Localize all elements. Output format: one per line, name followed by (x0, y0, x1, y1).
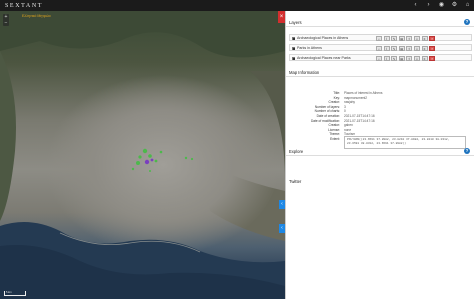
map-view[interactable]: + − Ελληνικό Μητρώο 5 km × ‹ ‹ (0, 11, 285, 299)
twitter-title: Twitter (289, 179, 302, 184)
info-value: none (344, 127, 352, 132)
download-icon[interactable]: ⇩ (413, 56, 420, 61)
arrow-right-icon[interactable]: › (425, 2, 432, 9)
delete-layer-icon[interactable]: × (429, 36, 436, 41)
satellite-imagery (0, 11, 285, 299)
layer-tools: ⌕ i ✎ ▤ ⇧ ⇩ ≡ × (376, 36, 436, 41)
layer-tools: ⌕ i ✎ ▤ ⇧ ⇩ ≡ × (376, 56, 436, 61)
info-key: Theme: (329, 132, 340, 137)
info-key: Creator: (328, 100, 340, 105)
settings-icon[interactable]: ⚙ (451, 2, 458, 9)
info-key: Date of creation: (316, 114, 340, 118)
map-info-header: Map Information (286, 67, 474, 77)
layer-name: Parks in Athens (297, 46, 322, 51)
chart-icon[interactable]: ▤ (398, 46, 405, 51)
style-icon[interactable]: ✎ (391, 56, 398, 61)
upload-icon[interactable]: ⇧ (406, 56, 413, 61)
layers-title: Layers (289, 20, 302, 25)
info-key: Title: (333, 91, 340, 95)
top-bar: SEXTANT ‹ › ◉ ⚙ ⌂ (0, 0, 474, 11)
top-toolbar: ‹ › ◉ ⚙ ⌂ (412, 2, 471, 9)
info-key: Key: (333, 95, 340, 100)
info-key: License: (328, 127, 340, 132)
arrow-left-icon[interactable]: ‹ (412, 2, 419, 9)
upload-icon[interactable]: ⇧ (406, 36, 413, 41)
layer-checkbox[interactable] (291, 56, 295, 60)
filter-icon[interactable]: ≡ (421, 36, 428, 41)
extent-key: Extent: (330, 137, 340, 141)
info-value: Places of interest in Athens (344, 91, 383, 95)
style-icon[interactable]: ✎ (391, 46, 398, 51)
zoom-to-layer-icon[interactable]: ⌕ (376, 36, 382, 41)
info-key: Date of modification: (310, 118, 340, 123)
zoom-to-layer-icon[interactable]: ⌕ (376, 56, 382, 61)
info-key: Number of charts: (314, 109, 340, 114)
eye-icon[interactable]: ◉ (438, 2, 445, 9)
info-key: Creator: (328, 123, 340, 128)
scale-bar: 5 km (4, 291, 26, 296)
map-info-title: Map Information (289, 70, 320, 75)
info-value: 2021-07-15T14:47:16 (344, 114, 375, 118)
layer-row: Parks in Athens ⌕ i ✎ ▤ ⇧ ⇩ ≡ × (289, 44, 472, 51)
filter-icon[interactable]: ≡ (421, 56, 428, 61)
twitter-header[interactable]: Twitter (286, 176, 474, 186)
download-icon[interactable]: ⇩ (413, 36, 420, 41)
layer-row: Archaeological Places in Athens ⌕ i ✎ ▤ … (289, 34, 472, 41)
help-icon[interactable]: ? (464, 148, 470, 154)
chart-icon[interactable]: ▤ (398, 36, 405, 41)
info-icon[interactable]: i (383, 56, 390, 61)
layer-checkbox[interactable] (291, 46, 295, 50)
close-panel-icon[interactable]: × (278, 11, 285, 23)
layers-header: Layers ? (286, 17, 474, 27)
explore-header[interactable]: Explore ? (286, 146, 474, 156)
info-key: Number of layers: (314, 104, 340, 109)
info-value: nasjahy (344, 100, 355, 105)
info-icon[interactable]: i (383, 36, 390, 41)
layer-name: Archaeological Places near Parks (297, 56, 351, 61)
download-icon[interactable]: ⇩ (413, 46, 420, 51)
map-attribution-label: Ελληνικό Μητρώο (22, 14, 51, 18)
layer-checkbox[interactable] (291, 36, 295, 40)
app-brand: SEXTANT (5, 2, 44, 9)
info-value: 3 (344, 104, 346, 109)
explore-title: Explore (289, 149, 304, 154)
info-value: gaben (344, 123, 353, 128)
home-icon[interactable]: ⌂ (464, 2, 471, 9)
help-icon[interactable]: ? (464, 19, 470, 25)
info-icon[interactable]: i (383, 46, 390, 51)
filter-icon[interactable]: ≡ (421, 46, 428, 51)
zoom-to-layer-icon[interactable]: ⌕ (376, 46, 382, 51)
zoom-out-button[interactable]: − (3, 20, 9, 26)
info-value: 2021-07-15T14:47:16 (344, 118, 375, 123)
upload-icon[interactable]: ⇧ (406, 46, 413, 51)
delete-layer-icon[interactable]: × (429, 56, 436, 61)
zoom-control: + − (3, 14, 9, 26)
layer-row: Archaeological Places near Parks ⌕ i ✎ ▤… (289, 54, 472, 61)
info-value: mapmonument2 (344, 95, 368, 100)
info-value: 0 (344, 109, 346, 114)
style-icon[interactable]: ✎ (391, 36, 398, 41)
chart-icon[interactable]: ▤ (398, 56, 405, 61)
delete-layer-icon[interactable]: × (429, 46, 436, 51)
layer-tools: ⌕ i ✎ ▤ ⇧ ⇩ ≡ × (376, 46, 436, 51)
side-panel: Layers ? Archaeological Places in Athens… (285, 11, 474, 299)
layer-name: Archaeological Places in Athens (297, 36, 349, 41)
